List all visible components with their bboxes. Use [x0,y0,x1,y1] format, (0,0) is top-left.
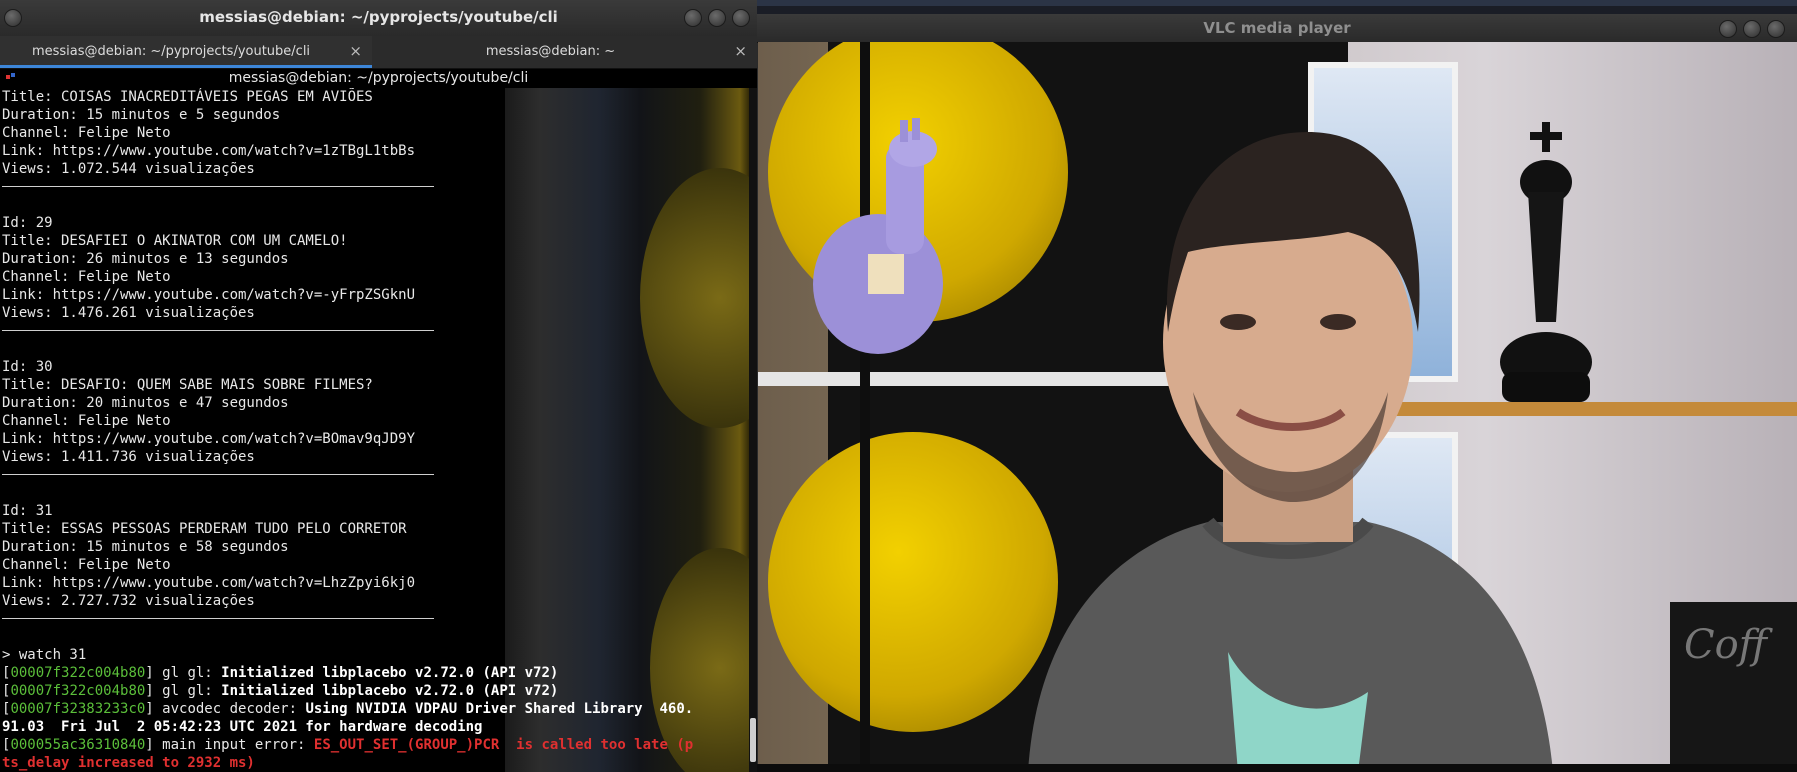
output-line: Channel: Felipe Neto [2,557,171,573]
output-line: Title: DESAFIEI O AKINATOR COM UM CAMELO… [2,233,348,249]
log-line: [00007f322c004b80] gl gl: Initialized li… [2,683,559,699]
maximize-button[interactable] [708,9,726,27]
vlc-window[interactable]: VLC media player Coff [757,14,1797,772]
log-line: [00007f32383233c0] avcodec decoder: Usin… [2,701,694,717]
log-message: Initialized libplacebo v2.72.0 (API v72) [221,665,559,681]
terminal-window-title: messias@debian: ~/pyprojects/youtube/cli [199,8,558,26]
video-frame[interactable]: Coff [758,42,1797,766]
output-line: Link: https://www.youtube.com/watch?v=1z… [2,143,416,159]
terminal-output[interactable]: Title: COISAS INACREDITÁVEIS PEGAS EM AV… [2,88,742,772]
output-line: Duration: 20 minutos e 47 segundos [2,395,289,411]
terminal-tab-bar: messias@debian: ~/pyprojects/youtube/cli… [0,36,757,69]
vlc-window-title: VLC media player [1203,19,1351,37]
separator-rule [2,322,742,340]
tab-cli[interactable]: messias@debian: ~/pyprojects/youtube/cli… [0,36,372,68]
error-line: [000055ac36310840] main input error: ES_… [2,737,694,753]
log-message: 91.03 Fri Jul 2 05:42:23 UTC 2021 for ha… [2,719,483,735]
output-line: Duration: 26 minutos e 13 segundos [2,251,289,267]
separator-rule [2,466,742,484]
error-message: ES_OUT_SET_(GROUP_)PCR is called too lat… [313,737,694,753]
output-line: Id: 29 [2,215,53,231]
log-address: 00007f322c004b80 [10,665,146,681]
output-line: Views: 1.476.261 visualizações [2,305,255,321]
output-line: Duration: 15 minutos e 58 segundos [2,539,289,555]
error-message-continuation: ts_delay increased to 2932 ms) [2,755,255,771]
output-line: Title: DESAFIO: QUEM SABE MAIS SOBRE FIL… [2,377,373,393]
output-line: Channel: Felipe Neto [2,125,171,141]
output-line: Views: 2.727.732 visualizações [2,593,255,609]
minimize-button[interactable] [684,9,702,27]
log-address: 00007f32383233c0 [10,701,146,717]
log-module: avcodec decoder: [162,701,298,717]
maximize-button[interactable] [1743,20,1761,38]
command-line: > watch 31 [2,647,87,663]
terminal-icon [6,75,10,79]
output-line: Channel: Felipe Neto [2,413,171,429]
terminal-subtitle-text: messias@debian: ~/pyprojects/youtube/cli [228,70,529,86]
output-line: Channel: Felipe Neto [2,269,171,285]
minimize-button[interactable] [1719,20,1737,38]
close-button[interactable] [732,9,750,27]
log-line: 91.03 Fri Jul 2 05:42:23 UTC 2021 for ha… [2,719,482,735]
tab-label: messias@debian: ~ [485,44,616,59]
output-line: Link: https://www.youtube.com/watch?v=Lh… [2,575,416,591]
log-message: Using NVIDIA VDPAU Driver Shared Library… [305,701,694,717]
video-llama-figure [813,118,943,354]
tab-home[interactable]: messias@debian: ~ × [374,36,757,68]
log-module: gl gl: [162,683,213,699]
terminal-scrollbar-thumb[interactable] [750,718,756,762]
output-line: Id: 31 [2,503,53,519]
output-line: Title: ESSAS PESSOAS PERDERAM TUDO PELO … [2,521,407,537]
video-sign: Coff [1670,602,1797,766]
output-line: Views: 1.411.736 visualizações [2,449,255,465]
terminal-scrollbar[interactable] [749,88,757,772]
log-address: 000055ac36310840 [10,737,146,753]
log-message: Initialized libplacebo v2.72.0 (API v72) [221,683,559,699]
terminal-icon-accent [11,73,15,77]
output-line: Id: 30 [2,359,53,375]
output-line: Link: https://www.youtube.com/watch?v=BO… [2,431,416,447]
tab-close-icon[interactable]: × [349,42,362,60]
separator-rule [2,610,742,628]
output-line: Link: https://www.youtube.com/watch?v=-y… [2,287,416,303]
terminal-titlebar[interactable]: messias@debian: ~/pyprojects/youtube/cli [0,0,757,37]
separator-rule [2,178,742,196]
tab-close-icon[interactable]: × [734,42,747,60]
tab-label: messias@debian: ~/pyprojects/youtube/cli [31,44,311,59]
desktop-bottom-strip [757,764,1797,772]
output-line: Duration: 15 minutos e 5 segundos [2,107,281,123]
vlc-titlebar[interactable]: VLC media player [757,14,1797,43]
terminal-window[interactable]: messias@debian: ~/pyprojects/youtube/cli… [0,0,757,772]
output-line: Title: COISAS INACREDITÁVEIS PEGAS EM AV… [2,89,373,105]
log-address: 00007f322c004b80 [10,683,146,699]
video-person [1028,132,1553,766]
log-module: main input error: [162,737,306,753]
output-line: Views: 1.072.544 visualizações [2,161,255,177]
close-button[interactable] [1767,20,1785,38]
log-line: [00007f322c004b80] gl gl: Initialized li… [2,665,559,681]
terminal-subtitle: messias@debian: ~/pyprojects/youtube/cli [0,69,757,88]
log-module: gl gl: [162,665,213,681]
